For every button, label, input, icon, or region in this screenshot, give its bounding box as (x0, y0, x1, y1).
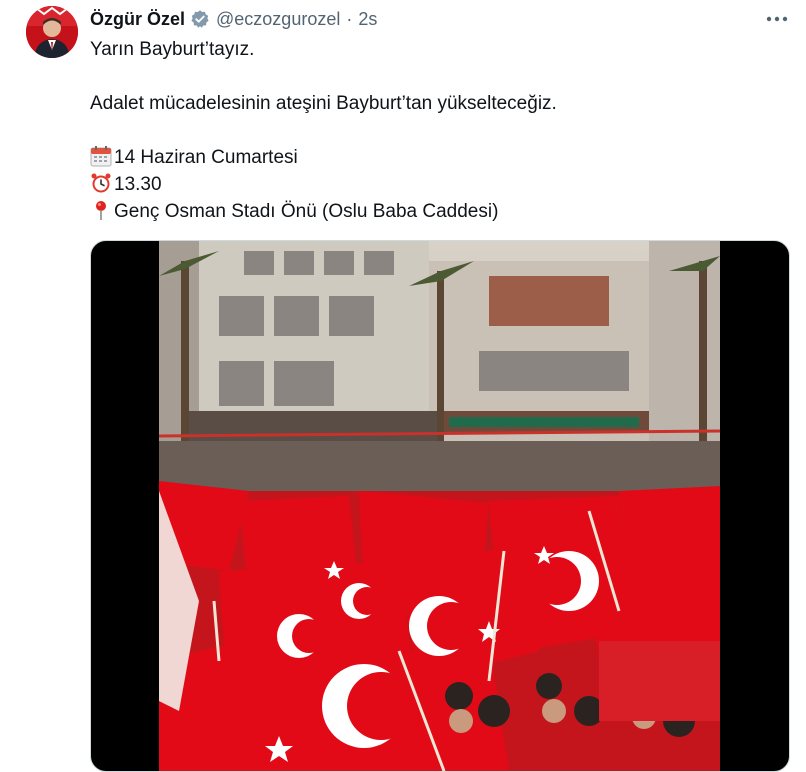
calendar-icon (90, 146, 112, 167)
tweet: Özgür Özel @eczozgurozel · 2s Yarın Bayb… (0, 0, 806, 772)
avatar[interactable] (26, 6, 78, 58)
video-thumbnail[interactable] (159, 241, 720, 771)
event-date-row: 14 Haziran Cumartesi (90, 144, 557, 171)
separator-dot: · (346, 8, 353, 29)
tweet-line-2: Adalet mücadelesinin ateşini Bayburt’tan… (90, 93, 557, 114)
pin-icon (96, 201, 106, 220)
event-location: Genç Osman Stadı Önü (Oslu Baba Caddesi) (114, 201, 499, 222)
event-location-row: Genç Osman Stadı Önü (Oslu Baba Caddesi) (90, 198, 557, 225)
event-date: 14 Haziran Cumartesi (114, 147, 298, 168)
verified-badge-icon (190, 9, 210, 29)
event-time: 13.30 (114, 174, 162, 195)
video-player[interactable] (90, 240, 790, 772)
more-horizontal-icon[interactable] (764, 8, 790, 30)
event-time-row: 13.30 (90, 171, 557, 198)
tweet-line-1: Yarın Bayburt’tayız. (90, 39, 255, 60)
tweet-text: Yarın Bayburt’tayız. Adalet mücadelesini… (90, 36, 557, 225)
timestamp[interactable]: 2s (358, 9, 377, 30)
alarm-clock-icon (91, 173, 111, 193)
author-handle[interactable]: @eczozgurozel (216, 9, 340, 30)
tweet-header: Özgür Özel @eczozgurozel · 2s (90, 8, 377, 30)
author-name[interactable]: Özgür Özel (90, 9, 185, 30)
